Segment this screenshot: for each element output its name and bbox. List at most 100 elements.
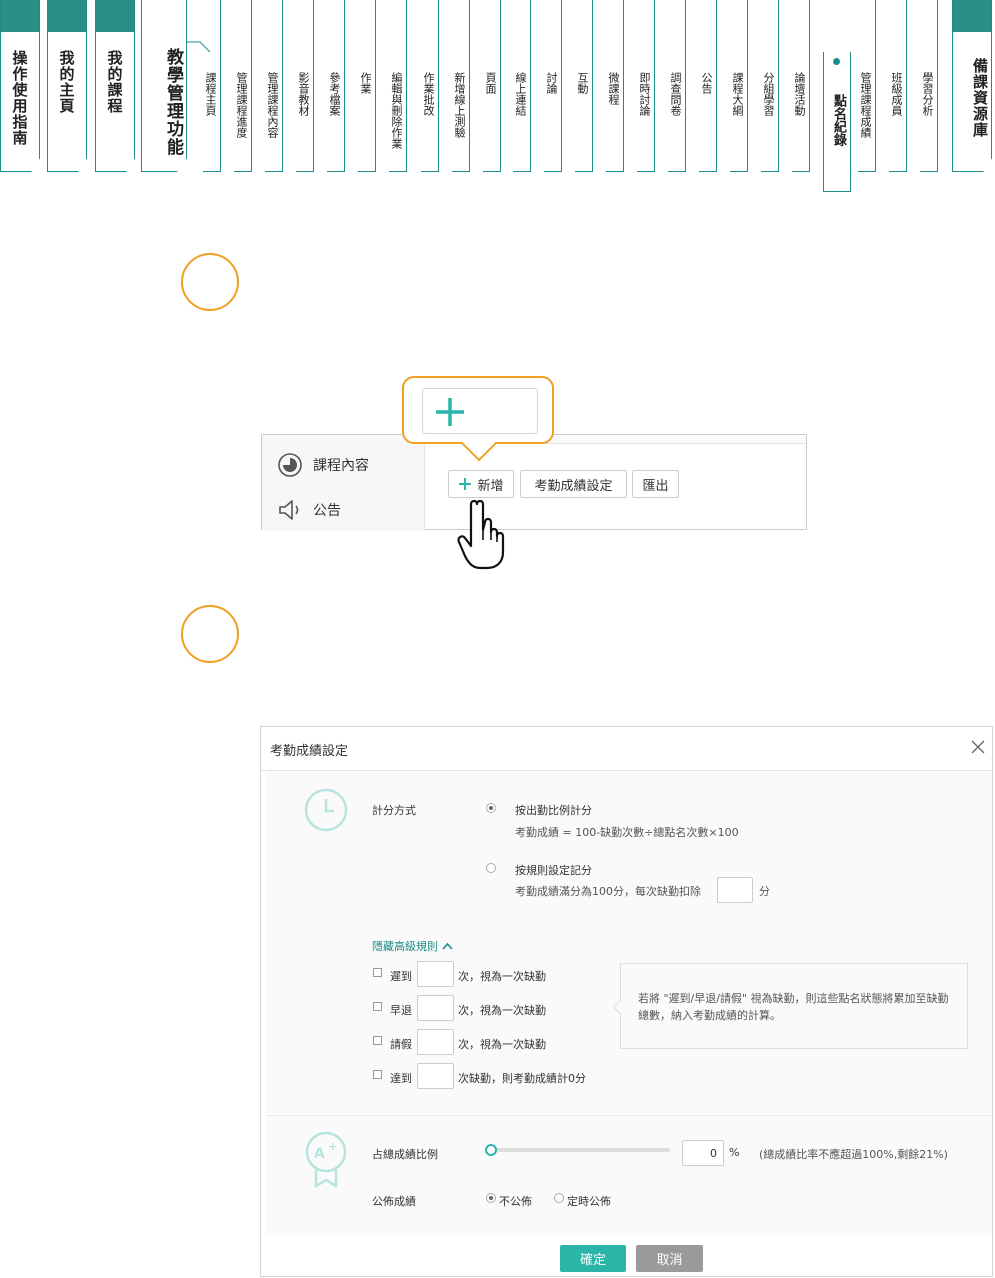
rule-label-leave: 請假 (390, 1038, 412, 1051)
sidebar-item-announcement[interactable]: 公告 (277, 498, 341, 522)
sub-tab-label: 課程主頁 (204, 72, 217, 116)
radio-proportional-scoring[interactable] (486, 803, 496, 813)
radio-rule-scoring[interactable] (486, 863, 496, 873)
sub-tab-item[interactable]: 課程主頁 (203, 0, 221, 172)
sub-tab-item[interactable]: 管理課程進度 (234, 0, 252, 172)
rule-suffix-late: 次，視為一次缺勤 (458, 970, 546, 983)
radio-timed-publish[interactable] (554, 1193, 564, 1203)
sub-tab-item[interactable]: 即時討論 (637, 0, 655, 172)
tab-my-courses[interactable]: 我的課程 (95, 0, 135, 172)
sub-tab-label: 互動 (576, 72, 589, 94)
sub-tab-item[interactable]: 參考檔案 (327, 0, 345, 172)
not-publish-label: 不公佈 (499, 1195, 532, 1208)
advanced-rules-note: 若將 "遲到/早退/請假" 視為缺勤，則這些點名狀態將累加至缺勤總數，納入考勤成… (612, 963, 968, 1049)
rule-label-late: 遲到 (390, 970, 412, 983)
tab-label: 備課資源庫 (971, 58, 989, 138)
tab-resource-library[interactable]: 備課資源庫 (952, 0, 992, 172)
absence-threshold-input[interactable] (417, 1063, 454, 1089)
sub-tab-item[interactable]: 管理課程內容 (265, 0, 283, 172)
tab-label: 操作使用指南 (10, 50, 29, 146)
sub-tab-attendance-active[interactable]: 點名紀錄 (823, 52, 851, 192)
pie-chart-icon (278, 453, 302, 477)
deduction-input[interactable] (717, 877, 753, 903)
sub-tab-label: 管理課程進度 (235, 72, 248, 138)
sub-tab-label: 頁面 (484, 72, 497, 94)
percent-unit: % (729, 1146, 740, 1159)
sub-tab-item[interactable]: 作業批改 (421, 0, 439, 172)
confirm-button[interactable]: 確定 (560, 1245, 626, 1272)
sub-tab-item[interactable]: 管理課程成績 (858, 0, 876, 172)
sub-tab-item[interactable]: 互動 (575, 0, 593, 172)
sub-tab-item[interactable]: 討論 (544, 0, 562, 172)
sub-tab-item[interactable]: 頁面 (483, 0, 501, 172)
checkbox-late[interactable] (373, 968, 382, 977)
cancel-button[interactable]: 取消 (636, 1245, 703, 1272)
rule-suffix-leave-early: 次，視為一次缺勤 (458, 1004, 546, 1017)
weight-value: 0 (710, 1147, 717, 1160)
sub-tab-item[interactable]: 調查問卷 (668, 0, 686, 172)
toggle-label: 隱藏高級規則 (372, 940, 438, 953)
sidebar-item-course-content[interactable]: 課程內容 (277, 452, 369, 478)
sub-tab-label: 點名紀錄 (831, 94, 846, 146)
sub-tab-label: 作業批改 (422, 72, 435, 116)
sub-tab-label: 參考檔案 (328, 72, 341, 116)
rule-label-reach: 達到 (390, 1072, 412, 1085)
scoring-method-label: 計分方式 (372, 804, 416, 817)
sub-tab-label: 論壇活動 (793, 72, 806, 116)
sub-tab-item[interactable]: 學習分析 (920, 0, 938, 172)
svg-text:+: + (328, 1140, 337, 1153)
weight-slider-handle[interactable] (485, 1144, 497, 1156)
sub-tab-item[interactable]: 影音教材 (296, 0, 314, 172)
option-proportional-label: 按出勤比例計分 (515, 804, 592, 817)
add-button[interactable]: 新增 (448, 470, 514, 498)
tab-teaching-management[interactable]: 教學管理功能 (141, 0, 187, 172)
active-dot-icon (833, 58, 840, 65)
sub-tab-item[interactable]: 班級成員 (889, 0, 907, 172)
sub-tab-item[interactable]: 分組學習 (761, 0, 779, 172)
points-unit: 分 (759, 885, 770, 898)
leave-early-count-input[interactable] (417, 995, 454, 1021)
publish-label: 公佈成績 (372, 1195, 416, 1208)
weight-input[interactable]: 0 (682, 1140, 724, 1166)
chevron-up-icon (442, 942, 453, 950)
export-button[interactable]: 匯出 (632, 470, 679, 498)
dialog-title: 考勤成績設定 (270, 744, 349, 759)
export-button-label: 匯出 (642, 478, 669, 494)
radio-not-publish[interactable] (486, 1193, 496, 1203)
advanced-rules-toggle[interactable]: 隱藏高級規則 (372, 938, 453, 954)
weight-label: 占總成績比例 (372, 1148, 438, 1161)
checkbox-leave[interactable] (373, 1036, 382, 1045)
sub-tab-item[interactable]: 論壇活動 (792, 0, 810, 172)
sub-tab-item[interactable]: 微課程 (606, 0, 624, 172)
attendance-settings-button[interactable]: 考勤成績設定 (520, 470, 627, 498)
plus-icon (436, 398, 464, 426)
sub-tab-item[interactable]: 編輯與刪除作業 (389, 0, 407, 172)
rule-label-leave-early: 早退 (390, 1004, 412, 1017)
leave-count-input[interactable] (417, 1029, 454, 1055)
sub-tab-item[interactable]: 公告 (699, 0, 717, 172)
tab-label: 我的課程 (105, 50, 124, 114)
step-marker-1 (181, 253, 239, 311)
sub-tab-label: 即時討論 (638, 72, 651, 116)
close-icon[interactable] (968, 737, 988, 757)
sub-tab-item[interactable]: 作業 (358, 0, 376, 172)
step-marker-2 (181, 605, 239, 663)
tab-user-guide[interactable]: 操作使用指南 (0, 0, 40, 172)
sidebar-item-label: 公告 (313, 503, 341, 519)
late-count-input[interactable] (417, 961, 454, 987)
tab-my-homepage[interactable]: 我的主頁 (47, 0, 87, 172)
sub-tab-item[interactable]: 新增線上測驗 (452, 0, 470, 172)
checkbox-leave-early[interactable] (373, 1002, 382, 1011)
weight-slider-track[interactable] (490, 1148, 670, 1152)
svg-text:A: A (314, 1146, 325, 1162)
sub-tab-label: 公告 (700, 72, 713, 94)
attendance-settings-label: 考勤成績設定 (534, 478, 613, 494)
cancel-label: 取消 (656, 1253, 683, 1268)
formula-text: 考勤成績 = 100-缺勤次數÷總點名次數×100 (515, 826, 739, 839)
note-text: 若將 "遲到/早退/請假" 視為缺勤，則這些點名狀態將累加至缺勤總數，納入考勤成… (638, 992, 949, 1022)
checkbox-reach[interactable] (373, 1070, 382, 1079)
sub-tab-item[interactable]: 課程大綱 (730, 0, 748, 172)
sub-tab-item[interactable]: 線上連結 (513, 0, 531, 172)
plus-icon (459, 478, 472, 490)
weight-hint: (總成績比率不應超過100%,剩餘21%) (759, 1148, 948, 1161)
